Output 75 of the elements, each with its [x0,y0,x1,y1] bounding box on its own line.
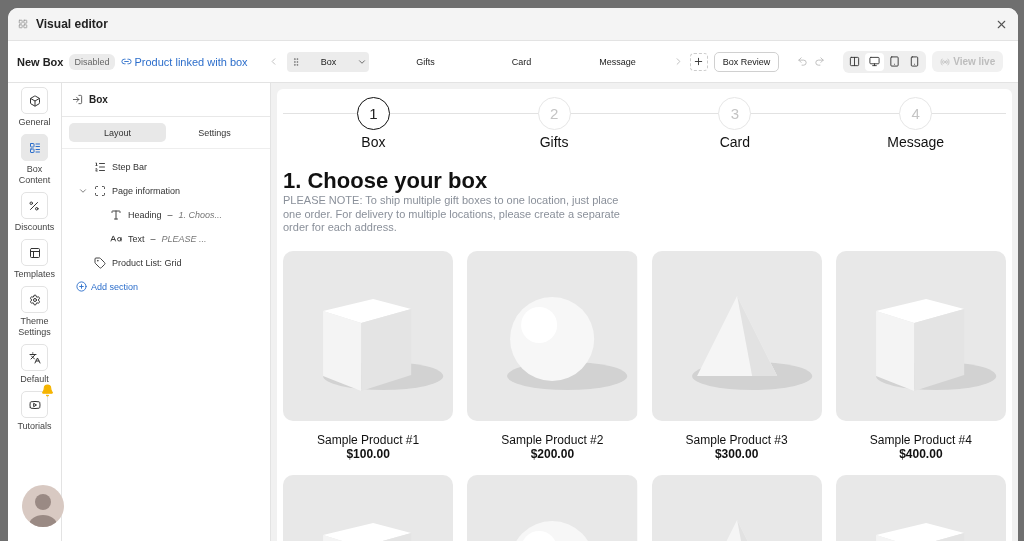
product-name: Sample Product #4 [869,432,972,447]
sidebar-label: Templates [14,269,55,280]
box-review-button[interactable]: Box Review [713,51,780,72]
content-icon [28,141,41,154]
step-tab[interactable]: Box [286,51,369,72]
tree-item-detail: 1. Choos... [178,210,223,220]
dash: – [167,210,173,220]
sidebar-button[interactable] [21,239,48,266]
heading-icon [110,209,122,221]
device-button[interactable] [865,52,885,71]
step-tab[interactable]: Gifts [384,51,467,72]
tree-item[interactable]: Text [128,234,145,244]
translate-icon [28,351,41,364]
plus-icon [693,56,705,67]
link-icon [120,56,132,67]
product-name: Sample Product #1 [317,432,420,447]
sidebar-label: Discounts [14,222,55,233]
tablet-icon [889,56,901,67]
dash: – [150,234,156,244]
chevron-icon[interactable] [78,186,88,196]
desktop-icon [869,56,881,67]
app-icon [18,19,28,29]
window-title: Visual editor [36,17,109,31]
discount-icon [28,199,41,212]
text-icon [110,233,122,245]
sidebar-label: Box Content [17,164,52,186]
panel-tab[interactable]: Layout [69,123,166,142]
box-name: New Box [17,55,64,68]
status-badge: Disabled [69,53,115,70]
page-heading: 1. Choose your box [283,168,489,194]
step-label: Message [887,134,945,150]
product-name: Sample Product #3 [685,432,788,447]
add-section-link[interactable]: Add section [72,275,270,292]
back-icon[interactable] [72,94,83,105]
sidebar-label: Theme Settings [17,316,52,338]
panel-title: Box [89,94,108,105]
tree-item[interactable]: Product List: Grid [112,258,182,268]
product-price: $200.00 [530,446,575,461]
sidebar-label: General [18,117,51,128]
cube-icon [28,94,41,107]
step-tab[interactable]: Message [576,51,659,72]
tree-item-detail: PLEASE ... [161,234,207,244]
sidebar-label: Tutorials [17,421,52,432]
step-label: Gifts [539,134,569,150]
broadcast-icon [940,56,951,67]
panel-tab[interactable]: Settings [166,123,263,142]
add-step-button[interactable] [689,52,708,71]
sidebar-button[interactable] [21,286,48,313]
step-label: Box [361,134,386,150]
list-icon [94,161,106,173]
plus-circle-icon [76,281,87,292]
template-icon [28,246,41,259]
sidebar-button[interactable] [21,391,48,418]
product-name: Sample Product #2 [501,432,604,447]
page-note: PLEASE NOTE: To ship multiple gift boxes to one location, just place one order. For delivery to multiple locations, please create a separate order for each address. [283,194,621,235]
step-label: Card [719,134,751,150]
product-price: $100.00 [346,446,390,461]
product-price: $300.00 [714,446,759,461]
frame-icon [94,185,106,197]
sidebar-button[interactable] [21,344,48,371]
tree-item[interactable]: Page information [112,186,181,196]
tree-item[interactable]: Heading [128,210,162,220]
fullwidth-icon [849,56,861,67]
tree-item[interactable]: Step Bar [112,162,148,172]
video-icon [28,398,41,411]
avatar[interactable] [22,485,64,527]
product-price: $400.00 [899,446,943,461]
sidebar-label: Default [20,374,49,385]
step-tab[interactable]: Card [480,51,563,72]
tag-icon [94,257,106,269]
sidebar-button[interactable] [21,87,48,114]
settings-icon [28,293,41,306]
product-link[interactable]: Product linked with box [120,55,248,68]
step-circle[interactable]: 1 [356,97,390,130]
mobile-icon [909,56,921,67]
